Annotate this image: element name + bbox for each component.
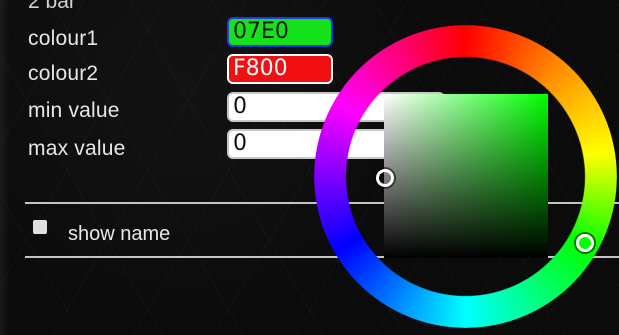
saturation-value-square[interactable] — [384, 94, 548, 258]
show-name-label: show name — [68, 223, 171, 245]
colour-picker[interactable] — [314, 25, 617, 328]
max-value-text: 0 — [233, 131, 247, 156]
colour2-label: colour2 — [28, 62, 99, 85]
show-name-checkbox[interactable] — [33, 220, 47, 234]
min-value-label: min value — [28, 99, 120, 122]
left-edge-shadow — [0, 0, 10, 335]
colour1-value: 07E0 — [233, 19, 289, 44]
colour2-value: F800 — [233, 56, 288, 81]
max-value-label: max value — [28, 137, 126, 160]
hue-handle[interactable] — [576, 234, 594, 252]
colour1-label: colour1 — [28, 27, 99, 50]
top-cut-label: 2 bar — [28, 0, 76, 13]
min-value-text: 0 — [233, 94, 247, 119]
saturation-value-handle[interactable] — [376, 169, 394, 187]
